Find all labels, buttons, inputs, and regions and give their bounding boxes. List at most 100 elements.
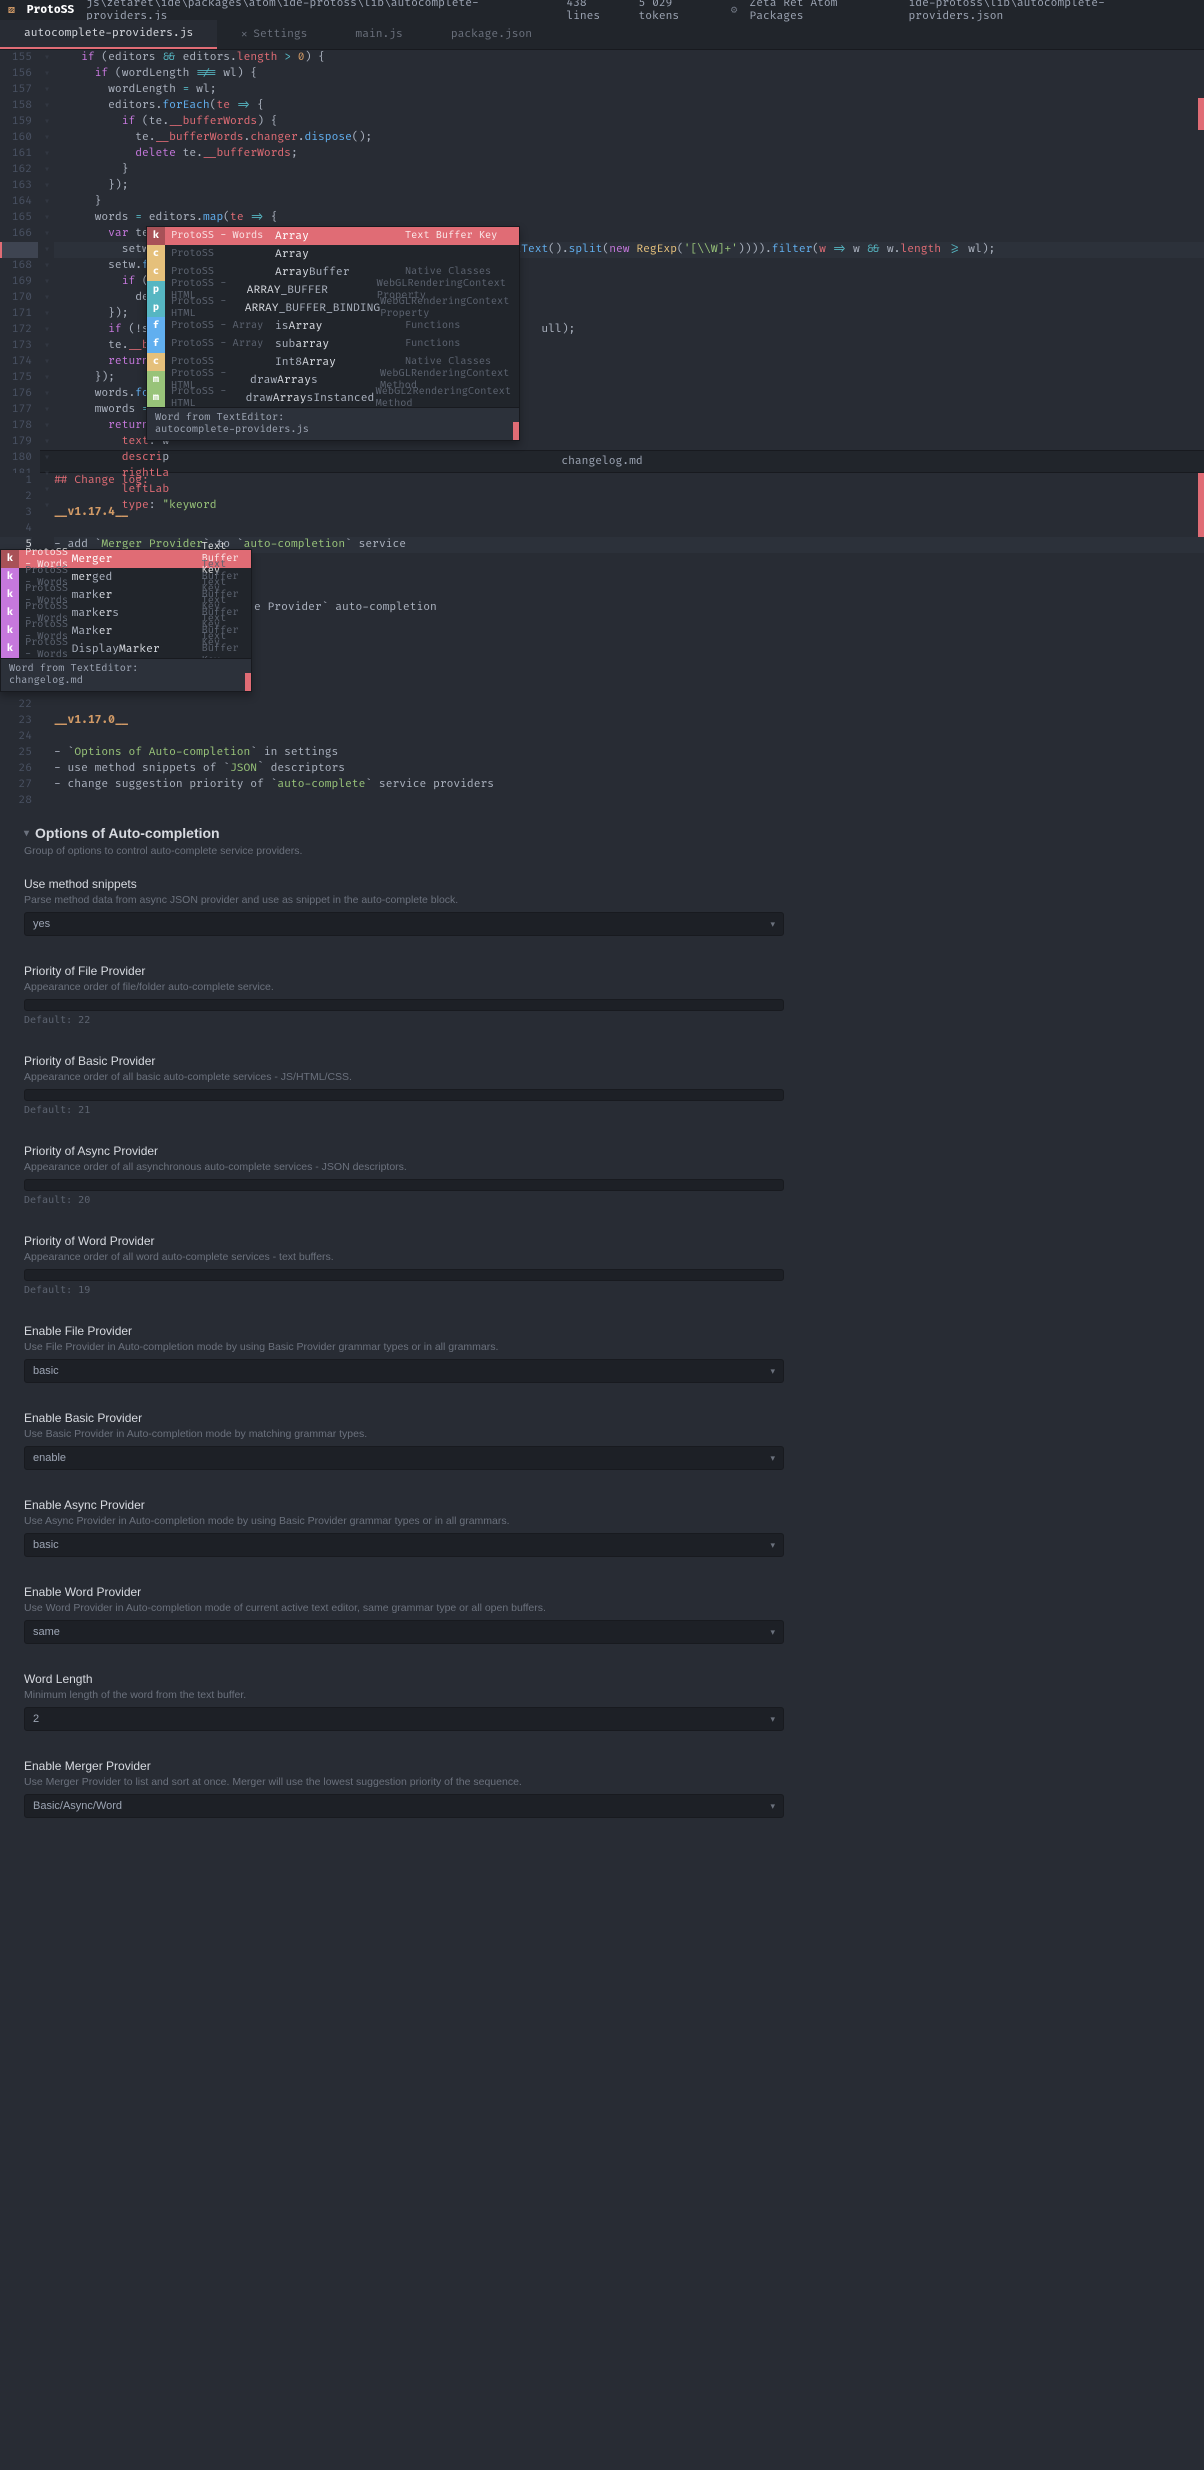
setting-input[interactable] [24, 1089, 784, 1101]
code-line[interactable]: __v1.17.4__ [54, 505, 1204, 521]
ac-label: ARRAY_BUFFER_BINDING [245, 302, 380, 315]
autocomplete-popup[interactable]: kProtoSS - WordsArrayText Buffer KeycPro… [146, 226, 520, 441]
setting-label: Enable Basic Provider [24, 1411, 1180, 1425]
code-line[interactable]: __v1.17.0__ [54, 713, 1204, 729]
tab-main-js[interactable]: main.js [331, 20, 426, 49]
ac-label: subarray [275, 338, 405, 351]
setting-select[interactable]: yes [24, 912, 784, 936]
tab-label: Settings [253, 28, 307, 41]
setting-select[interactable]: same [24, 1620, 784, 1644]
code-line[interactable]: if (wordLength !== wl) { [54, 66, 1204, 82]
ac-footer-line2: changelog.md [9, 675, 243, 687]
autocomplete-footer: Word from TextEditor: changelog.md [1, 658, 251, 691]
tab-bar: autocomplete-providers.js ✕ Settings main.j… [0, 20, 1204, 50]
ac-type-icon: c [147, 263, 165, 281]
code-line[interactable]: editors.forEach(te => { [54, 98, 1204, 114]
ac-type-icon: p [147, 299, 165, 317]
setting-select[interactable]: enable [24, 1446, 784, 1470]
ac-type-icon: k [1, 604, 19, 622]
setting-hint: Use File Provider in Auto-completion mod… [24, 1341, 1180, 1353]
resize-handle-icon[interactable] [245, 673, 251, 691]
tab-autocomplete-providers-js[interactable]: autocomplete-providers.js [0, 20, 217, 49]
setting-hint: Appearance order of file/folder auto-com… [24, 981, 1180, 993]
setting-input[interactable] [24, 1269, 784, 1281]
editor-pane-js[interactable]: 1551561571581591601611621631641651661671… [0, 50, 1204, 450]
code-line[interactable]: } [54, 194, 1204, 210]
setting-input[interactable] [24, 1179, 784, 1191]
autocomplete-item[interactable]: fProtoSS - ArrayisArrayFunctions [147, 317, 519, 335]
ac-source: ProtoSS - Array [165, 338, 275, 350]
setting-label: Enable File Provider [24, 1324, 1180, 1338]
setting-select[interactable]: basic [24, 1359, 784, 1383]
editor-pane-changelog[interactable]: 1234522232425262728 ## Change log:__v1.1… [0, 473, 1204, 809]
setting-label: Priority of Basic Provider [24, 1054, 1180, 1068]
setting-value: 2 [33, 1713, 39, 1725]
autocomplete-item[interactable]: kProtoSS - WordsArrayText Buffer Key [147, 227, 519, 245]
setting-value: yes [33, 918, 50, 930]
setting-label: Priority of File Provider [24, 964, 1180, 978]
code-line[interactable]: if (editors && editors.length > 0) { [54, 50, 1204, 66]
line-count: 438 lines [566, 0, 626, 23]
autocomplete-item[interactable]: mProtoSS - HTMLdrawArraysInstancedWebGL2… [147, 389, 519, 407]
settings-subtitle: Group of options to control auto-complet… [24, 845, 1180, 857]
autocomplete-popup[interactable]: kProtoSS - WordsMergerText Buffer KeykPr… [0, 549, 252, 692]
autocomplete-footer: Word from TextEditor: autocomplete-provi… [147, 407, 519, 440]
code-line[interactable]: te.__bufferWords.changer.dispose(); [54, 130, 1204, 146]
ac-label: ARRAY_BUFFER [247, 284, 377, 297]
code-line[interactable] [54, 521, 1204, 537]
setting-select[interactable]: basic [24, 1533, 784, 1557]
code-line[interactable] [54, 793, 1204, 809]
ac-label: Array [275, 248, 405, 261]
code-line[interactable]: }); [54, 178, 1204, 194]
code-line[interactable]: - use method snippets of `JSON` descript… [54, 761, 1204, 777]
autocomplete-item[interactable]: cProtoSSArray [147, 245, 519, 263]
ac-description: Native Classes [405, 356, 499, 368]
code-line[interactable]: words = editors.map(te => { [54, 210, 1204, 226]
setting-item: Priority of Basic ProviderAppearance ord… [24, 1054, 1180, 1116]
setting-hint: Parse method data from async JSON provid… [24, 894, 1180, 906]
setting-label: Enable Word Provider [24, 1585, 1180, 1599]
code-line[interactable]: if (te.__bufferWords) { [54, 114, 1204, 130]
autocomplete-item[interactable]: kProtoSS - WordsDisplayMarkerText Buffer… [1, 640, 251, 658]
ac-label: drawArraysInstanced [246, 392, 376, 405]
setting-select[interactable]: 2 [24, 1707, 784, 1731]
setting-value: basic [33, 1539, 59, 1551]
code-line[interactable]: ## Change log: [54, 473, 1204, 489]
ac-label: ArrayBuffer [275, 266, 405, 279]
settings-title[interactable]: Options of Auto-completion [24, 825, 1180, 841]
package-label: Zeta Ret Atom Packages [749, 0, 896, 23]
resize-handle-icon[interactable] [513, 422, 519, 440]
code-line[interactable]: wordLength = wl; [54, 82, 1204, 98]
setting-default: Default: 21 [24, 1105, 1180, 1116]
partially-hidden-line: e Provider` auto-completion [254, 601, 437, 614]
code-line[interactable]: - `Options of Auto-completion` in settin… [54, 745, 1204, 761]
setting-select[interactable]: Basic/Async/Word [24, 1794, 784, 1818]
settings-icon: ✕ [241, 29, 247, 41]
tab-settings[interactable]: ✕ Settings [217, 20, 331, 49]
ac-label: Merger [72, 553, 202, 566]
code-line[interactable]: } [54, 162, 1204, 178]
autocomplete-item[interactable]: fProtoSS - ArraysubarrayFunctions [147, 335, 519, 353]
code-line[interactable]: delete te.__bufferWords; [54, 146, 1204, 162]
code-line[interactable] [54, 729, 1204, 745]
ac-type-icon: m [147, 389, 165, 407]
ac-description: Native Classes [405, 266, 499, 278]
tab-package-json[interactable]: package.json [427, 20, 556, 49]
setting-item: Enable Basic ProviderUse Basic Provider … [24, 1411, 1180, 1470]
setting-value: same [33, 1626, 60, 1638]
code-line[interactable] [54, 489, 1204, 505]
code-line[interactable]: descrip [54, 450, 1204, 466]
code-line[interactable] [54, 697, 1204, 713]
setting-hint: Use Merger Provider to list and sort at … [24, 1776, 1180, 1788]
code-line[interactable]: - change suggestion priority of `auto-co… [54, 777, 1204, 793]
setting-label: Enable Async Provider [24, 1498, 1180, 1512]
setting-item: Use method snippetsParse method data fro… [24, 877, 1180, 936]
setting-input[interactable] [24, 999, 784, 1011]
ac-footer-line1: Word from TextEditor: [9, 663, 243, 675]
settings-icon[interactable]: ⚙ [731, 3, 738, 17]
ac-footer-line1: Word from TextEditor: [155, 412, 511, 424]
autocomplete-item[interactable]: pProtoSS - HTMLARRAY_BUFFER_BINDINGWebGL… [147, 299, 519, 317]
setting-default: Default: 19 [24, 1285, 1180, 1296]
fold-column[interactable]: ▾▾▾▾▾▾▾▾▾▾▾▾▾▾▾▾▾▾▾▾▾▾▾▾▾▾▾▾▾ [40, 50, 54, 514]
setting-label: Word Length [24, 1672, 1180, 1686]
